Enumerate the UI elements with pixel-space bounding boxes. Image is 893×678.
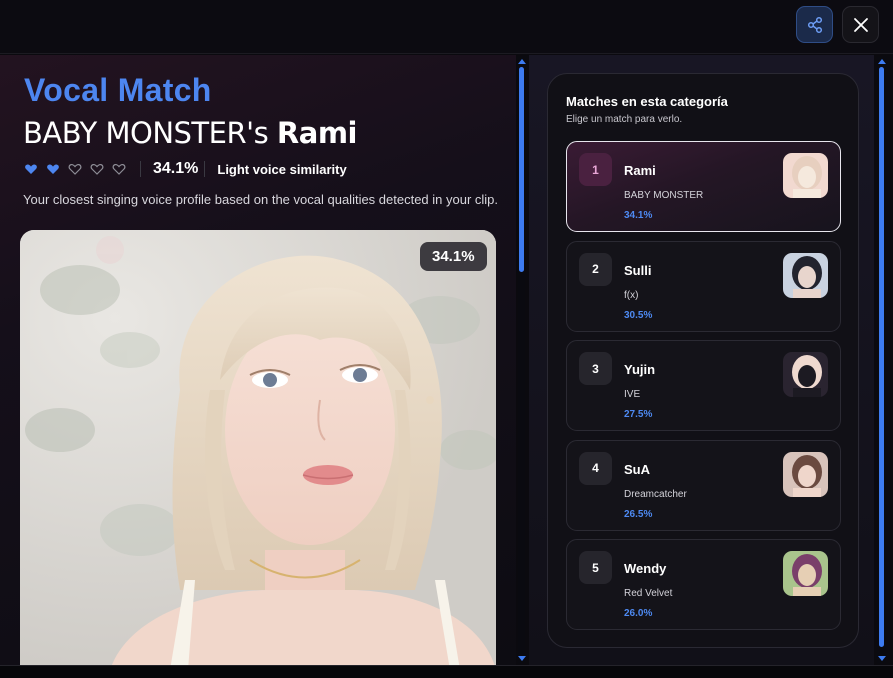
match-rank: 5 bbox=[579, 551, 612, 584]
match-description: Your closest singing voice profile based… bbox=[23, 192, 499, 207]
match-item-avatar bbox=[783, 252, 828, 298]
match-percent: 34.1% bbox=[153, 160, 199, 177]
match-item-name: SuA bbox=[624, 461, 650, 477]
artist-photo: 34.1% bbox=[20, 230, 496, 665]
match-item[interactable]: 2 Sulli f(x) 30.5% bbox=[566, 240, 841, 332]
heart-empty-icon bbox=[90, 162, 104, 176]
match-item[interactable]: 5 Wendy Red Velvet 26.0% bbox=[566, 539, 841, 630]
close-icon bbox=[853, 17, 868, 32]
match-name: Rami bbox=[276, 116, 358, 150]
photo-percent-badge: 34.1% bbox=[420, 242, 487, 271]
top-bar bbox=[0, 0, 893, 54]
matches-subtitle: Elige un match para verlo. bbox=[566, 114, 683, 125]
match-rank: 3 bbox=[579, 352, 612, 385]
match-meta: 34.1% Light voice similarity bbox=[24, 159, 347, 179]
share-icon bbox=[807, 16, 822, 33]
match-rank: 2 bbox=[579, 252, 612, 286]
matches-panel: Matches en esta categoría Elige un match… bbox=[547, 73, 859, 648]
result-panel: Vocal Match BABY MONSTER's Rami 34.1% Li… bbox=[0, 55, 516, 665]
bottom-bar bbox=[0, 665, 893, 678]
similarity-label: Light voice similarity bbox=[217, 161, 347, 177]
right-scrollbar[interactable] bbox=[877, 57, 886, 663]
match-item-avatar bbox=[783, 451, 828, 497]
right-scroll-thumb[interactable] bbox=[879, 67, 884, 647]
divider bbox=[140, 161, 141, 177]
match-item-avatar bbox=[783, 551, 828, 596]
scroll-down-arrow[interactable] bbox=[878, 656, 886, 661]
divider bbox=[204, 161, 206, 177]
page-title: Vocal Match bbox=[24, 72, 212, 108]
artist-photo-illustration bbox=[20, 230, 496, 665]
share-button[interactable] bbox=[796, 6, 833, 43]
left-scrollbar[interactable] bbox=[518, 57, 526, 663]
match-item-group: BABY MONSTER bbox=[624, 190, 704, 201]
scroll-up-arrow[interactable] bbox=[878, 59, 886, 64]
heart-filled-icon bbox=[46, 162, 60, 176]
match-item-percent: 26.0% bbox=[624, 608, 653, 619]
match-item-name: Yujin bbox=[624, 362, 656, 377]
match-item-avatar bbox=[783, 352, 828, 397]
heart-empty-icon bbox=[68, 162, 82, 176]
match-item-percent: 34.1% bbox=[624, 210, 653, 221]
matches-title: Matches en esta categoría bbox=[566, 94, 728, 109]
match-item-percent: 27.5% bbox=[624, 409, 653, 420]
match-item-name: Rami bbox=[624, 163, 656, 178]
match-heading: BABY MONSTER's Rami bbox=[23, 116, 357, 150]
left-scroll-thumb[interactable] bbox=[519, 67, 524, 272]
match-rank: 1 bbox=[579, 153, 612, 186]
match-group-prefix: BABY MONSTER's bbox=[23, 116, 269, 150]
close-button[interactable] bbox=[842, 6, 879, 43]
match-rank: 4 bbox=[579, 451, 612, 485]
scroll-down-arrow[interactable] bbox=[518, 656, 526, 661]
match-item-group: Dreamcatcher bbox=[624, 488, 687, 500]
scroll-up-arrow[interactable] bbox=[518, 59, 526, 64]
match-item-group: Red Velvet bbox=[624, 588, 673, 599]
match-item-percent: 26.5% bbox=[624, 508, 653, 520]
heart-filled-icon bbox=[24, 162, 38, 176]
heart-rating bbox=[24, 162, 134, 176]
match-item-name: Sulli bbox=[624, 262, 652, 278]
match-item-name: Wendy bbox=[624, 561, 667, 576]
match-item-group: f(x) bbox=[624, 289, 639, 301]
match-item[interactable]: 1 Rami BABY MONSTER 34.1% bbox=[566, 141, 841, 232]
match-item[interactable]: 3 Yujin IVE 27.5% bbox=[566, 340, 841, 431]
match-item-percent: 30.5% bbox=[624, 309, 653, 321]
match-item-group: IVE bbox=[624, 389, 641, 400]
heart-empty-icon bbox=[112, 162, 126, 176]
matches-area: Matches en esta categoría Elige un match… bbox=[529, 55, 874, 665]
match-item[interactable]: 4 SuA Dreamcatcher 26.5% bbox=[566, 439, 841, 531]
match-item-avatar bbox=[783, 153, 828, 198]
